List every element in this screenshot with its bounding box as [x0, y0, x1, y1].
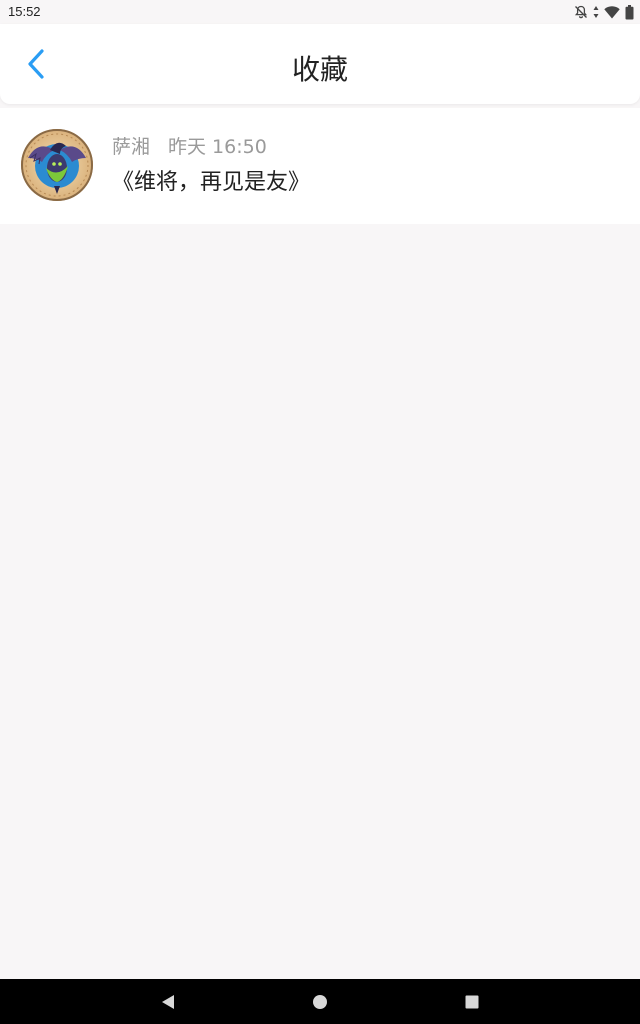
dragon-emblem-avatar [21, 129, 93, 201]
favorite-meta: 萨湘 昨天 16:50 [112, 134, 267, 160]
system-nav-bar [0, 979, 640, 1024]
battery-icon [625, 4, 634, 20]
wifi-icon [604, 5, 620, 19]
recents-square-icon [465, 995, 479, 1009]
home-circle-icon [313, 995, 327, 1009]
header: 收藏 [0, 24, 640, 104]
nav-home-button[interactable] [309, 991, 331, 1013]
notifications-off-icon [574, 5, 588, 19]
favorite-item[interactable]: 萨湘 昨天 16:50 《维将，再见是友》 [0, 108, 640, 224]
status-icons [574, 4, 634, 20]
favorite-content[interactable]: 《维将，再见是友》 [112, 168, 310, 198]
page-title: 收藏 [291, 53, 348, 86]
favorite-time: 昨天 16:50 [168, 136, 267, 158]
back-triangle-icon [162, 995, 174, 1009]
nav-back-button[interactable] [157, 991, 179, 1013]
avatar[interactable] [20, 128, 94, 202]
author-name[interactable]: 萨湘 [112, 134, 150, 160]
nav-recents-button[interactable] [461, 991, 483, 1013]
status-bar: 15:52 [0, 0, 640, 24]
data-arrows-icon [593, 5, 599, 19]
status-time: 15:52 [8, 4, 41, 19]
